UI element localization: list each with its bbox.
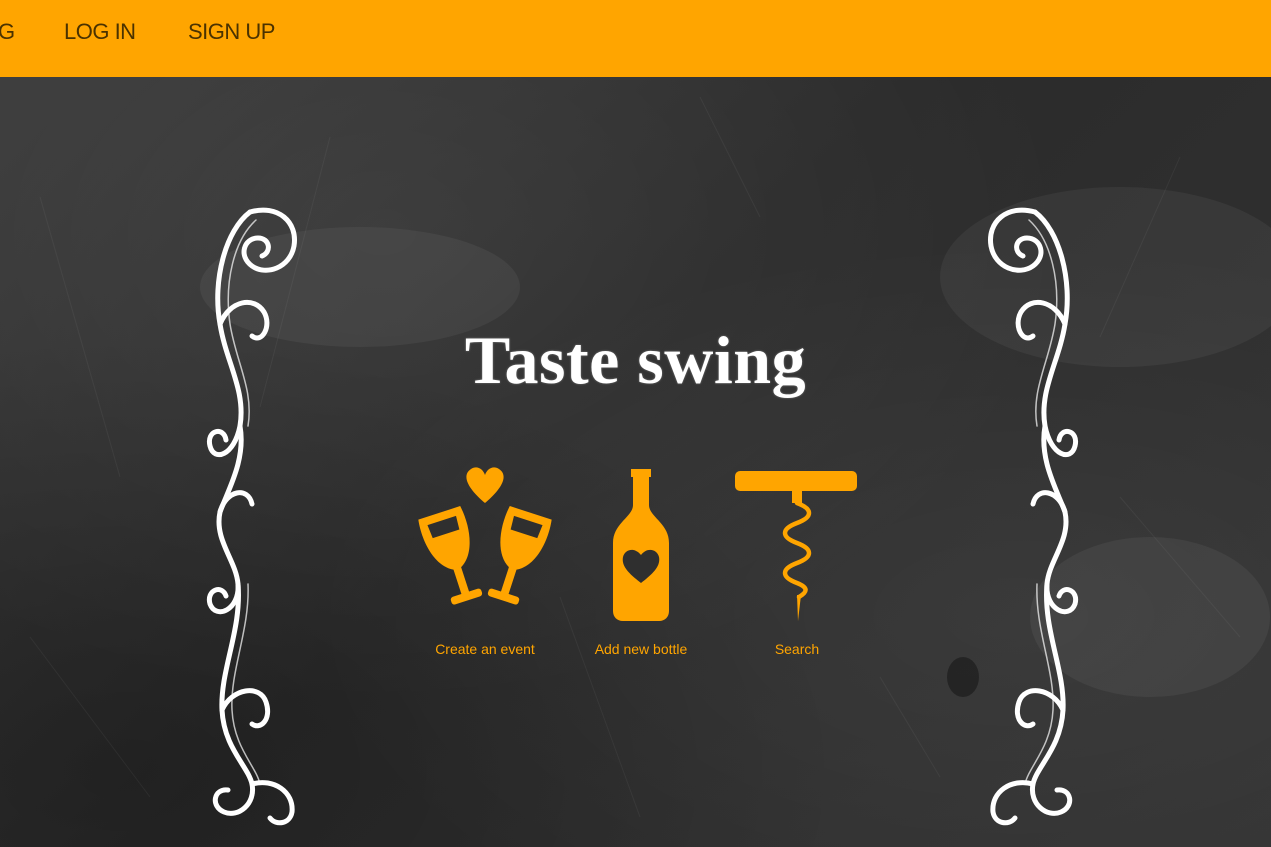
create-event-button[interactable]: Create an event [405,465,565,665]
right-scroll-ornament [988,207,1079,826]
toasting-glasses-heart-icon [418,467,552,605]
search-label: Search [774,641,820,657]
nav-link-signup[interactable]: SIGN UP [188,19,275,45]
create-event-label: Create an event [435,641,535,657]
add-bottle-button[interactable]: Add new bottle [561,465,721,665]
top-navbar: G LOG IN SIGN UP [0,0,1271,77]
wine-bottle-heart-icon [613,469,669,621]
search-button[interactable]: Search [717,465,877,665]
nav-link-partial[interactable]: G [0,19,15,45]
chalkboard-hero: Taste swing Create an event Add new bott… [0,77,1271,847]
nav-link-login[interactable]: LOG IN [64,19,136,45]
corkscrew-icon [735,471,857,621]
add-bottle-label: Add new bottle [594,641,688,657]
page-title: Taste swing [464,322,807,398]
left-scroll-ornament [206,207,297,826]
